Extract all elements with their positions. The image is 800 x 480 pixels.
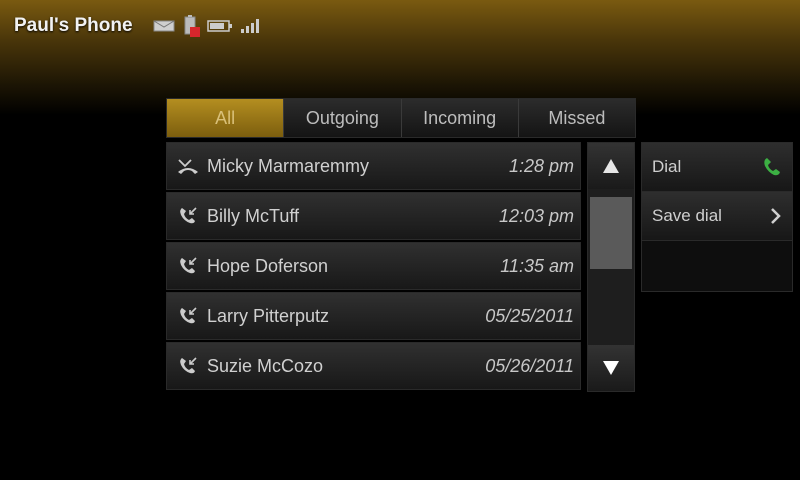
incoming-call-icon <box>177 305 199 327</box>
phone-icon <box>764 158 780 176</box>
tab-incoming[interactable]: Incoming <box>401 99 519 137</box>
call-time: 05/25/2011 <box>485 305 574 326</box>
battery-icon <box>206 19 233 33</box>
arrow-down-icon <box>603 361 619 375</box>
tab-all[interactable]: All <box>167 99 285 137</box>
chevron-right-icon <box>771 208 781 224</box>
tab-missed[interactable]: Missed <box>518 99 635 137</box>
contact-name: Hope Doferson <box>207 255 329 276</box>
dial-label: Dial <box>652 157 682 176</box>
incoming-call-icon <box>177 355 199 377</box>
call-time: 11:35 am <box>500 255 574 276</box>
call-list-scrollbar[interactable] <box>587 142 635 392</box>
status-icons <box>153 14 263 38</box>
contact-name: Micky Marmaremmy <box>207 155 369 176</box>
call-list: Micky Marmaremmy 1:28 pm Billy McTuff 12… <box>166 142 581 392</box>
tab-outgoing[interactable]: Outgoing <box>284 99 402 137</box>
contact-name: Suzie McCozo <box>207 355 324 376</box>
contact-name: Billy McTuff <box>207 205 300 226</box>
battery-alert-icon <box>181 14 201 38</box>
missed-call-icon <box>177 155 199 177</box>
status-bar: Paul's Phone <box>14 12 263 40</box>
call-actions-panel: Dial Save dial <box>641 142 793 292</box>
call-time: 1:28 pm <box>508 155 574 176</box>
message-icon <box>153 19 175 33</box>
call-row[interactable]: Suzie McCozo 05/26/2011 <box>166 342 581 390</box>
call-time: 05/26/2011 <box>485 355 574 376</box>
signal-icon <box>239 18 263 34</box>
scroll-up-button[interactable] <box>588 143 634 189</box>
incoming-call-icon <box>177 205 199 227</box>
arrow-up-icon <box>603 159 619 173</box>
call-time: 12:03 pm <box>498 205 574 226</box>
call-row[interactable]: Larry Pitterputz 05/25/2011 <box>166 292 581 340</box>
save-dial-button[interactable]: Save dial <box>642 192 792 241</box>
save-dial-label: Save dial <box>652 206 722 225</box>
call-filter-tabs: All Outgoing Incoming Missed <box>166 98 636 138</box>
scroll-down-button[interactable] <box>588 345 634 391</box>
phone-name: Paul's Phone <box>14 15 133 36</box>
incoming-call-icon <box>177 255 199 277</box>
contact-name: Larry Pitterputz <box>207 305 330 326</box>
call-row[interactable]: Billy McTuff 12:03 pm <box>166 192 581 240</box>
dial-button[interactable]: Dial <box>642 143 792 192</box>
call-row[interactable]: Hope Doferson 11:35 am <box>166 242 581 290</box>
scroll-thumb[interactable] <box>590 197 632 269</box>
call-row[interactable]: Micky Marmaremmy 1:28 pm <box>166 142 581 190</box>
